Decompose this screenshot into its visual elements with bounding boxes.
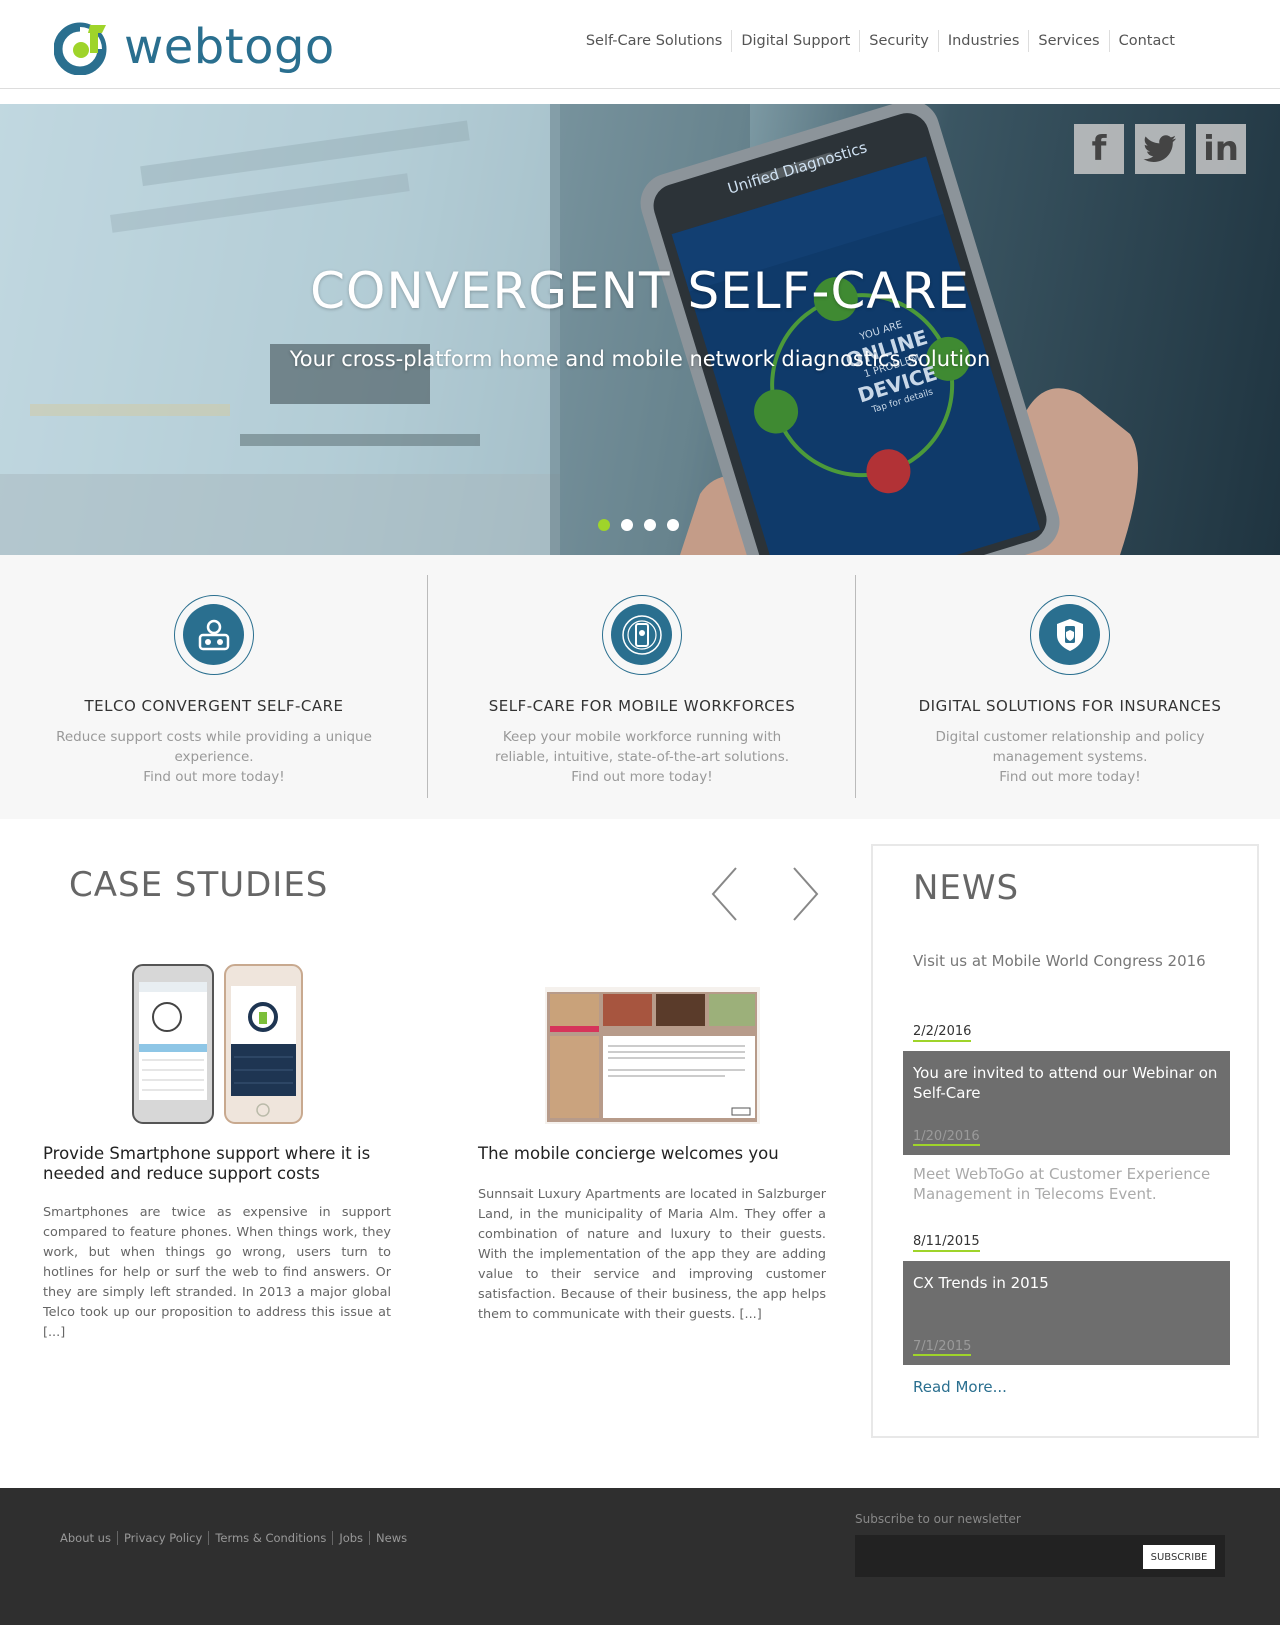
nav-contact[interactable]: Contact [1108, 30, 1184, 52]
feature-icon-ring [1030, 595, 1110, 675]
hero-slider: Unified Diagnostics YOU ARE ONLINE 1 PRO… [0, 104, 1280, 555]
news-card-date: 7/1/2015 [913, 1339, 972, 1356]
newsletter-label: Subscribe to our newsletter [855, 1512, 1021, 1526]
main-nav: Self-Care Solutions Digital Support Secu… [577, 30, 1184, 52]
footer-link-about[interactable]: About us [60, 1531, 117, 1545]
mobile-network-icon [621, 614, 662, 655]
news-card-title: CX Trends in 2015 [913, 1274, 1049, 1292]
news-date: 2/2/2016 [913, 1024, 972, 1042]
logo[interactable]: webtogo [54, 18, 335, 76]
feature-description: Digital customer relationship and policy… [935, 729, 1205, 765]
feature-telco[interactable]: TELCO CONVERGENT SELF-CARE Reduce suppor… [0, 575, 428, 798]
hero-subtitle: Your cross-platform home and mobile netw… [289, 347, 991, 371]
logo-mark-icon [54, 22, 107, 75]
slider-dot-1[interactable] [598, 519, 610, 531]
feature-title: SELF-CARE FOR MOBILE WORKFORCES [488, 697, 796, 715]
case-study-image-concierge[interactable] [545, 962, 760, 1124]
nav-digital-support[interactable]: Digital Support [731, 30, 859, 52]
support-agent-icon [198, 619, 229, 650]
news-lead-link[interactable]: Visit us at Mobile World Congress 2016 [913, 952, 1206, 970]
subscribe-button[interactable]: SUBSCRIBE [1143, 1545, 1215, 1569]
feature-description: Keep your mobile workforce running with … [494, 729, 790, 765]
news-title: NEWS [913, 868, 1020, 908]
features-section: TELCO CONVERGENT SELF-CARE Reduce suppor… [0, 555, 1280, 819]
feature-cta[interactable]: Find out more today! [999, 769, 1140, 785]
feature-icon-ring [174, 595, 254, 675]
hero-title: CONVERGENT SELF-CARE [310, 262, 970, 320]
nav-services[interactable]: Services [1028, 30, 1108, 52]
case-study-text: Sunnsait Luxury Apartments are located i… [478, 1187, 826, 1322]
feature-title: TELCO CONVERGENT SELF-CARE [84, 697, 344, 715]
slider-dot-4[interactable] [667, 519, 679, 531]
news-text[interactable]: Meet WebToGo at Customer Experience Mana… [913, 1164, 1213, 1204]
linkedin-icon[interactable]: in [1196, 124, 1246, 174]
case-study-heading[interactable]: Provide Smartphone support where it is n… [43, 1144, 393, 1184]
chevron-right-icon[interactable] [790, 866, 820, 922]
news-panel: NEWS Visit us at Mobile World Congress 2… [871, 844, 1259, 1438]
facebook-icon[interactable]: f [1074, 124, 1124, 174]
feature-text: Digital customer relationship and policy… [910, 727, 1230, 787]
news-card-date: 1/20/2016 [913, 1129, 980, 1146]
feature-description: Reduce support costs while providing a u… [56, 729, 372, 765]
news-card-title: You are invited to attend our Webinar on… [913, 1064, 1218, 1102]
news-card[interactable]: You are invited to attend our Webinar on… [903, 1051, 1230, 1155]
slider-dot-3[interactable] [644, 519, 656, 531]
footer-link-jobs[interactable]: Jobs [332, 1531, 369, 1545]
footer-link-terms[interactable]: Terms & Conditions [208, 1531, 332, 1545]
feature-insurances[interactable]: DIGITAL SOLUTIONS FOR INSURANCES Digital… [856, 575, 1280, 798]
feature-cta[interactable]: Find out more today! [143, 769, 284, 785]
footer-link-news[interactable]: News [369, 1531, 413, 1545]
feature-text: Reduce support costs while providing a u… [54, 727, 374, 787]
social-links: f in [1074, 124, 1246, 174]
logo-text: webtogo [124, 19, 335, 75]
chevron-left-icon[interactable] [710, 866, 740, 922]
feature-mobile-workforce[interactable]: SELF-CARE FOR MOBILE WORKFORCES Keep you… [428, 575, 856, 798]
news-card[interactable]: CX Trends in 2015 7/1/2015 [903, 1261, 1230, 1365]
footer-link-privacy[interactable]: Privacy Policy [116, 1531, 208, 1545]
twitter-icon[interactable] [1135, 124, 1185, 174]
site-header: webtogo Self-Care Solutions Digital Supp… [0, 0, 1280, 89]
read-more-link[interactable]: Read More... [913, 1378, 1007, 1396]
case-study-text: Smartphones are twice as expensive in su… [43, 1205, 391, 1340]
news-date: 8/11/2015 [913, 1234, 980, 1252]
nav-security[interactable]: Security [859, 30, 938, 52]
case-study-image-smartphones[interactable] [130, 962, 305, 1126]
shield-phone-icon [1056, 618, 1083, 651]
nav-self-care-solutions[interactable]: Self-Care Solutions [577, 30, 732, 52]
nav-industries[interactable]: Industries [937, 30, 1029, 52]
newsletter-email-field[interactable]: SUBSCRIBE [855, 1535, 1225, 1577]
site-footer: About us Privacy Policy Terms & Conditio… [0, 1488, 1280, 1625]
case-studies-title: CASE STUDIES [69, 865, 329, 905]
feature-icon-ring [602, 595, 682, 675]
slider-dot-2[interactable] [621, 519, 633, 531]
feature-title: DIGITAL SOLUTIONS FOR INSURANCES [918, 697, 1222, 715]
slider-dots [598, 519, 679, 531]
footer-links: About us Privacy Policy Terms & Conditio… [60, 1531, 413, 1545]
feature-text: Keep your mobile workforce running with … [482, 727, 802, 787]
case-study-heading[interactable]: The mobile concierge welcomes you [478, 1144, 838, 1164]
feature-cta[interactable]: Find out more today! [571, 769, 712, 785]
